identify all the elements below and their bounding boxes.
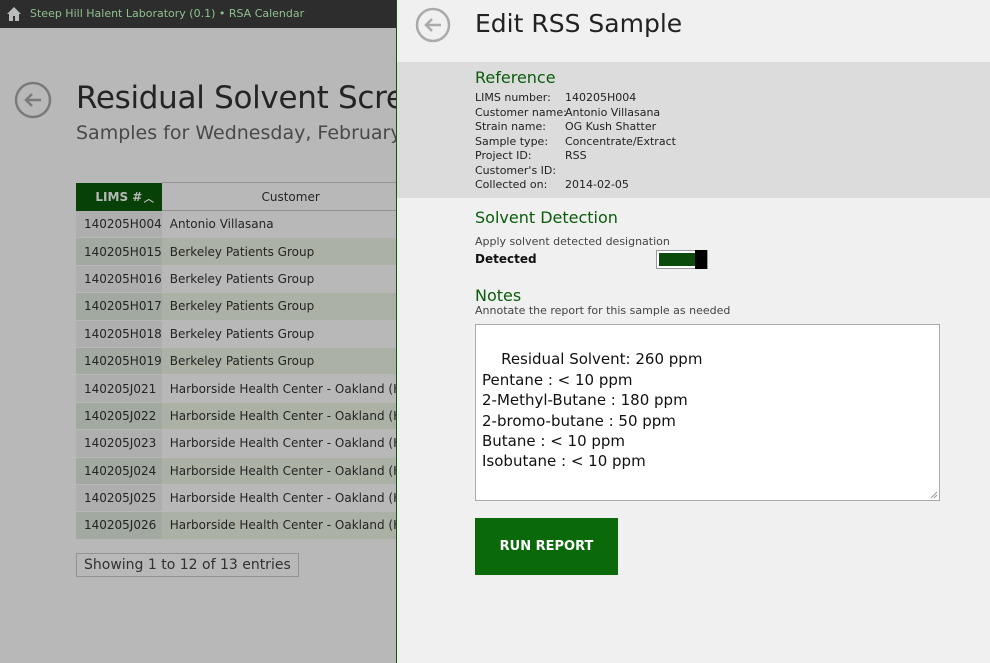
notes-description: Annotate the report for this sample as n…: [475, 304, 731, 317]
modal-overlay[interactable]: [0, 28, 397, 663]
solvent-detection-heading: Solvent Detection: [475, 208, 618, 227]
panel-title: Edit RSS Sample: [475, 9, 683, 38]
reference-label: Customer's ID:: [475, 163, 557, 177]
reference-label: Strain name:: [475, 120, 546, 133]
notes-heading: Notes: [475, 286, 522, 305]
toggle-knob[interactable]: [695, 250, 707, 269]
edit-rss-sample-panel: Edit RSS Sample Reference LIMS number: 14…: [396, 0, 990, 663]
reference-row: Sample type: Concentrate/Extract: [475, 135, 676, 148]
reference-label: Sample type:: [475, 134, 549, 148]
reference-row: Customer name:Antonio Villasana: [475, 106, 660, 119]
reference-value: RSS: [565, 149, 587, 162]
reference-value: 2014-02-05: [565, 178, 629, 191]
detected-toggle[interactable]: [656, 250, 708, 269]
reference-row: Project ID: RSS: [475, 149, 587, 162]
reference-label: LIMS number:: [475, 91, 551, 104]
run-report-button[interactable]: RUN REPORT: [475, 518, 618, 575]
detected-label: Detected: [475, 252, 537, 266]
reference-value: Concentrate/Extract: [565, 134, 676, 148]
reference-row: Strain name: OG Kush Shatter: [475, 120, 656, 133]
breadcrumb[interactable]: Steep Hill Halent Laboratory (0.1) • RSA…: [30, 7, 304, 20]
solvent-detection-description: Apply solvent detected designation: [475, 235, 670, 248]
reference-label: Collected on:: [475, 178, 548, 191]
reference-label: Project ID:: [475, 149, 532, 162]
reference-row: Customer's ID:: [475, 164, 565, 177]
reference-heading: Reference: [475, 68, 556, 87]
notes-text: Residual Solvent: 260 ppm Pentane : < 10…: [482, 350, 703, 471]
resize-grip-icon[interactable]: [930, 491, 938, 499]
reference-section: Reference LIMS number: 140205H004 Customer…: [397, 62, 990, 198]
notes-textarea[interactable]: Residual Solvent: 260 ppm Pentane : < 10…: [475, 324, 940, 501]
reference-row: Collected on: 2014-02-05: [475, 178, 629, 191]
home-icon[interactable]: [6, 6, 22, 22]
reference-value: Antonio Villasana: [565, 105, 661, 119]
reference-label: Customer name:: [475, 105, 567, 119]
reference-row: LIMS number: 140205H004: [475, 91, 636, 104]
back-arrow-icon[interactable]: [415, 7, 451, 43]
reference-value: OG Kush Shatter: [565, 120, 657, 133]
reference-value: 140205H004: [565, 91, 637, 104]
